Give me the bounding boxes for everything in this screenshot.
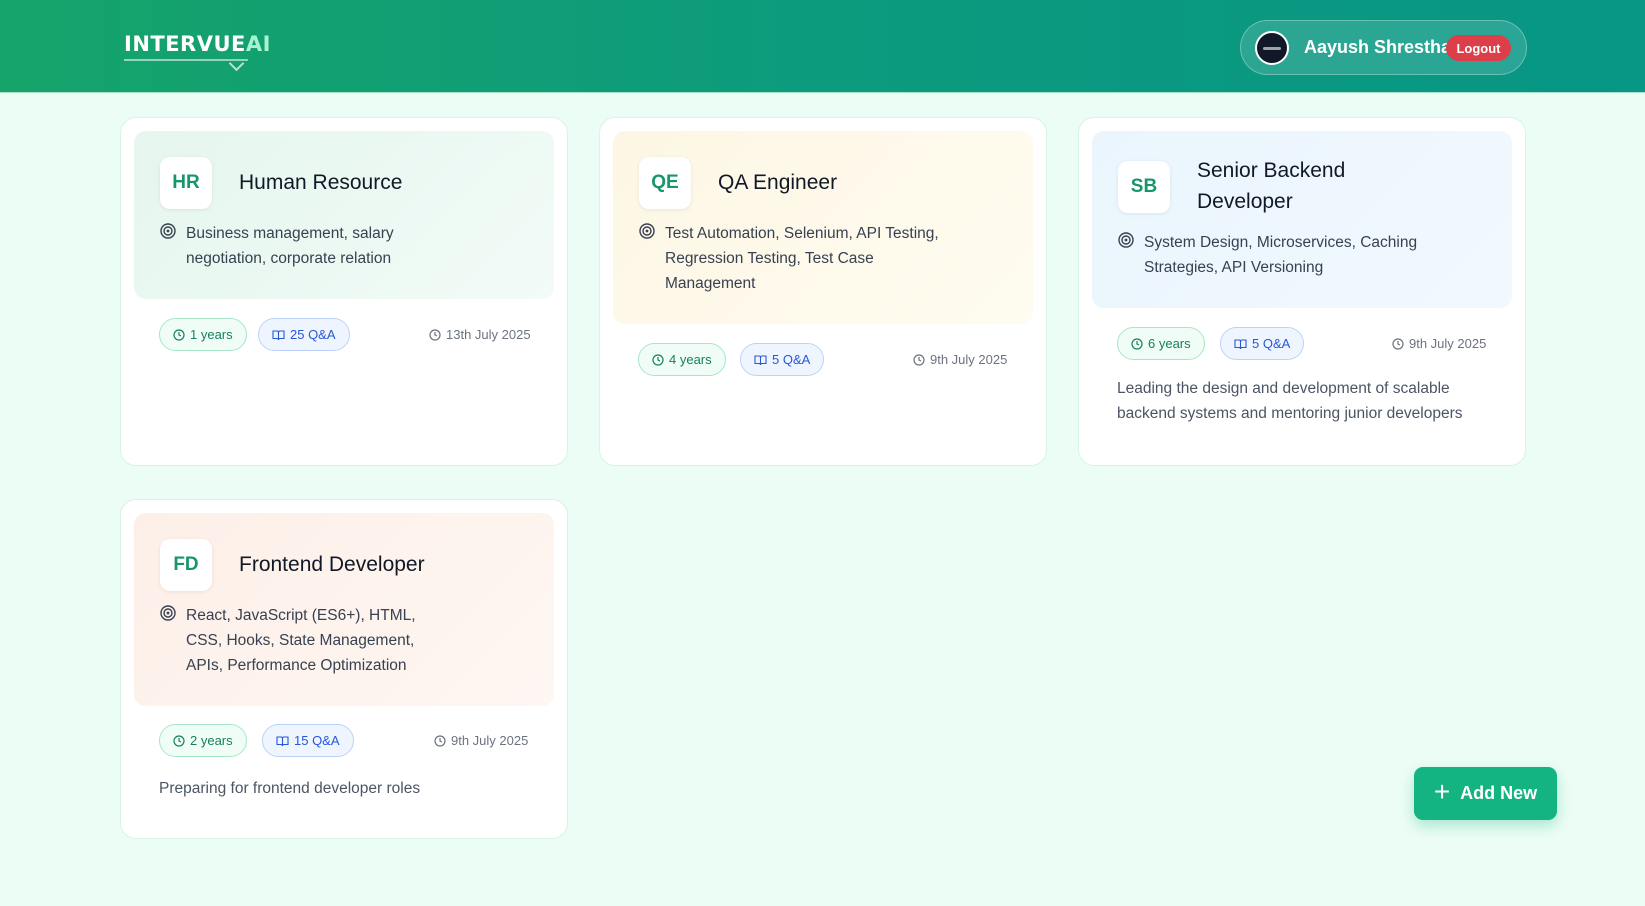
- target-icon: [1118, 232, 1134, 248]
- session-card-fd[interactable]: FD Frontend Developer React, JavaScript …: [120, 499, 568, 839]
- book-icon: [754, 354, 767, 365]
- qa-count-badge: 25 Q&A: [258, 318, 350, 351]
- role-title: Senior Backend Developer: [1197, 159, 1346, 213]
- date-text: 9th July 2025: [930, 352, 1008, 367]
- skills-text: Test Automation, Selenium, API Testing, …: [665, 225, 939, 292]
- date-text: 9th July 2025: [1409, 336, 1487, 351]
- clock-icon: [434, 734, 446, 747]
- card-header: SB Senior Backend Developer System Desig…: [1092, 131, 1512, 308]
- logo-ai-text: AI: [245, 32, 271, 56]
- role-title: QA Engineer: [718, 171, 838, 194]
- experience-badge: 1 years: [159, 318, 247, 351]
- experience-text: 4 years: [669, 352, 712, 367]
- clock-icon: [429, 328, 441, 341]
- experience-text: 1 years: [190, 327, 233, 342]
- card-header: HR Human Resource Business management, s…: [134, 131, 554, 299]
- clock-icon: [173, 328, 185, 341]
- top-header: INTERVUEAI Aayush Shrestha Logout: [0, 0, 1645, 93]
- created-date: 9th July 2025: [1392, 336, 1486, 351]
- app-logo[interactable]: INTERVUEAI: [124, 32, 271, 56]
- book-icon: [272, 329, 285, 340]
- clock-icon: [173, 734, 185, 747]
- experience-badge: 2 years: [159, 724, 247, 757]
- created-date: 9th July 2025: [434, 733, 528, 748]
- experience-text: 6 years: [1148, 336, 1191, 351]
- qa-count-text: 15 Q&A: [294, 733, 340, 748]
- clock-icon: [1131, 337, 1143, 350]
- qa-count-badge: 5 Q&A: [1220, 327, 1305, 360]
- session-description: Preparing for frontend developer roles: [159, 780, 421, 797]
- plus-icon: +: [1433, 776, 1451, 807]
- role-initials: FD: [160, 539, 212, 591]
- qa-count-badge: 5 Q&A: [740, 343, 825, 376]
- logout-button[interactable]: Logout: [1446, 35, 1511, 61]
- user-profile-pill: Aayush Shrestha Logout: [1240, 20, 1527, 75]
- target-icon: [639, 223, 655, 239]
- date-text: 13th July 2025: [446, 327, 531, 342]
- session-card-qe[interactable]: QE QA Engineer Test Automation, Selenium…: [599, 117, 1047, 466]
- created-date: 9th July 2025: [913, 352, 1007, 367]
- role-initials: QE: [639, 157, 691, 209]
- clock-icon: [913, 353, 925, 366]
- created-date: 13th July 2025: [429, 327, 531, 342]
- skills-text: React, JavaScript (ES6+), HTML, CSS, Hoo…: [186, 607, 416, 674]
- session-card-hr[interactable]: HR Human Resource Business management, s…: [120, 117, 568, 466]
- add-new-button[interactable]: + Add New: [1414, 767, 1557, 820]
- skills-text: System Design, Microservices, Caching St…: [1144, 234, 1418, 276]
- experience-badge: 6 years: [1117, 327, 1205, 360]
- date-text: 9th July 2025: [451, 733, 529, 748]
- clock-icon: [652, 353, 664, 366]
- session-card-sb[interactable]: SB Senior Backend Developer System Desig…: [1078, 117, 1526, 466]
- add-new-label: Add New: [1460, 783, 1538, 803]
- book-icon: [276, 735, 289, 746]
- target-icon: [160, 605, 176, 621]
- clock-icon: [1392, 337, 1404, 350]
- user-name: Aayush Shrestha: [1304, 37, 1452, 57]
- session-description: Leading the design and development of sc…: [1117, 380, 1463, 422]
- skills-text: Business management, salary negotiation,…: [186, 225, 394, 267]
- qa-count-text: 5 Q&A: [1252, 336, 1291, 351]
- card-header: FD Frontend Developer React, JavaScript …: [134, 513, 554, 706]
- logo-underline: [124, 59, 248, 61]
- role-title: Human Resource: [239, 171, 403, 194]
- target-icon: [160, 223, 176, 239]
- card-header: QE QA Engineer Test Automation, Selenium…: [613, 131, 1033, 324]
- logo-text: INTERVUE: [124, 32, 246, 56]
- qa-count-text: 5 Q&A: [772, 352, 811, 367]
- experience-text: 2 years: [190, 733, 233, 748]
- role-title: Frontend Developer: [239, 553, 425, 576]
- role-initials: HR: [160, 157, 212, 209]
- qa-count-badge: 15 Q&A: [262, 724, 354, 757]
- role-initials: SB: [1118, 161, 1170, 213]
- experience-badge: 4 years: [638, 343, 726, 376]
- book-icon: [1234, 338, 1247, 349]
- qa-count-text: 25 Q&A: [290, 327, 336, 342]
- avatar[interactable]: [1255, 31, 1289, 65]
